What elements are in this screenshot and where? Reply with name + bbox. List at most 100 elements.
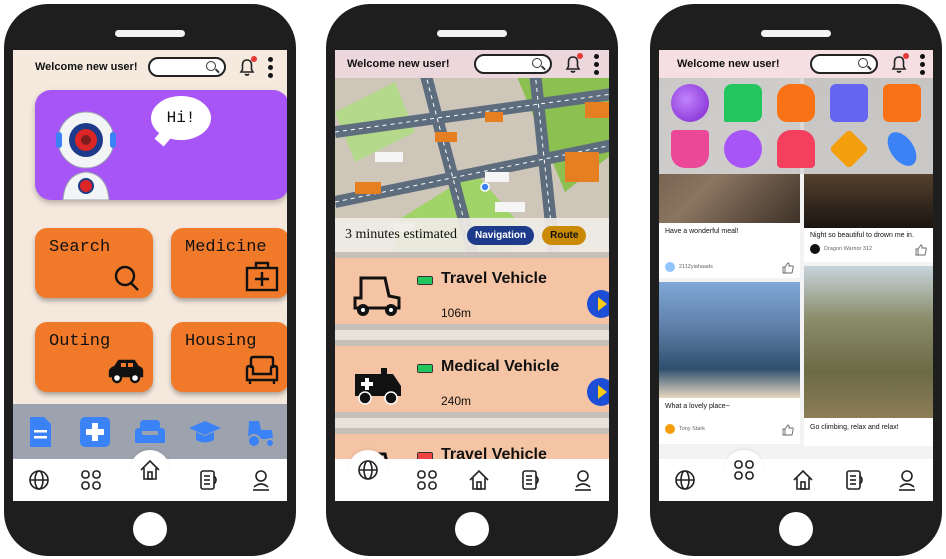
document-category-button[interactable]	[22, 414, 58, 450]
heart-check-icon[interactable]	[829, 129, 869, 169]
medicine-tile[interactable]: Medicine	[171, 228, 287, 298]
notification-button[interactable]	[238, 56, 257, 77]
notification-button[interactable]	[890, 53, 909, 74]
feed-post[interactable]: Go climbing, relax and relax!	[804, 266, 933, 446]
tile-label: Search	[49, 238, 111, 257]
search-icon	[857, 58, 868, 68]
vehicle-name: Travel Vehicle	[441, 270, 547, 287]
like-icon[interactable]	[782, 424, 794, 436]
more-menu-button[interactable]	[267, 56, 274, 78]
speaker-slot	[761, 30, 831, 37]
like-icon[interactable]	[782, 262, 794, 274]
author-name: 2112yiahaads	[679, 264, 713, 270]
nav-home[interactable]	[130, 450, 170, 490]
more-menu-button[interactable]	[593, 53, 600, 75]
phone-social-screen: Welcome new user! Have a wonderful meal!…	[650, 4, 942, 556]
post-author: 2112yiahaads	[665, 262, 713, 272]
apps-grid-icon	[81, 470, 101, 490]
notification-button[interactable]	[564, 53, 583, 74]
vehicle-screen: Welcome new user! 3 minutes estimated Na…	[335, 50, 609, 501]
store-icon[interactable]	[776, 130, 815, 168]
housing-tile[interactable]: Housing	[171, 322, 287, 392]
feed-post[interactable]: What a lovely place~ Tony Stark	[659, 282, 800, 444]
nav-apps[interactable]	[78, 467, 104, 493]
battery-indicator	[417, 364, 433, 373]
nav-globe[interactable]	[348, 450, 388, 490]
nav-documents[interactable]	[518, 467, 544, 493]
search-tile[interactable]: Search	[35, 228, 153, 298]
social-screen: Welcome new user! Have a wonderful meal!…	[659, 50, 933, 501]
search-input[interactable]	[809, 54, 878, 74]
route-button[interactable]: Route	[542, 225, 587, 245]
phone-home-button[interactable]	[133, 512, 167, 546]
vehicle-card[interactable]: Medical Vehicle 240m	[335, 340, 609, 418]
search-input[interactable]	[147, 57, 226, 77]
nav-apps[interactable]	[724, 450, 764, 490]
vehicle-distance: 106m	[441, 306, 472, 320]
eta-text: 3 minutes estimated	[345, 227, 457, 242]
nav-globe[interactable]	[672, 467, 698, 493]
car-icon	[108, 359, 144, 384]
nav-profile[interactable]	[248, 467, 274, 493]
sofa-icon	[134, 420, 165, 443]
robot-icon	[56, 111, 116, 200]
document-icon	[846, 470, 863, 490]
post-author: Dragon Warrior 312	[810, 244, 872, 254]
armchair-icon	[245, 355, 279, 384]
home-icon	[140, 459, 160, 480]
shopping-bag-icon[interactable]	[830, 84, 869, 122]
nav-home[interactable]	[790, 467, 816, 493]
post-caption: Go climbing, relax and relax!	[810, 424, 899, 431]
like-icon[interactable]	[915, 244, 927, 256]
welcome-text: Welcome new user!	[347, 58, 450, 70]
go-arrow-button[interactable]	[587, 290, 609, 318]
nav-globe[interactable]	[26, 467, 52, 493]
document-icon	[200, 470, 217, 490]
hand-icon[interactable]	[776, 84, 815, 122]
notification-dot	[250, 56, 257, 62]
app-launcher	[659, 78, 933, 174]
phone-home-button[interactable]	[779, 512, 813, 546]
education-category-button[interactable]	[187, 414, 223, 450]
farm-category-button[interactable]	[242, 414, 278, 450]
vehicle-card[interactable]: Travel Vehicle 106m	[335, 252, 609, 330]
ambulance-icon	[355, 368, 401, 405]
outing-tile[interactable]: Outing	[35, 322, 153, 392]
top-bar: Welcome new user!	[13, 50, 287, 84]
nav-documents[interactable]	[842, 467, 868, 493]
assistant-banner[interactable]: Hi!	[35, 90, 287, 200]
medical-category-button[interactable]	[77, 414, 113, 450]
profile-icon	[253, 470, 269, 491]
nav-home[interactable]	[466, 467, 492, 493]
top-bar: Welcome new user!	[335, 50, 609, 78]
search-icon	[114, 265, 139, 291]
coffee-cup-icon[interactable]	[670, 130, 709, 168]
speaker-slot	[115, 30, 185, 37]
chat-icon[interactable]	[723, 84, 762, 122]
film-reel-icon[interactable]	[723, 130, 762, 168]
notification-dot	[902, 53, 909, 59]
notification-dot	[576, 53, 583, 59]
post-caption: What a lovely place~	[665, 403, 730, 410]
more-menu-button[interactable]	[919, 53, 925, 75]
globe-icon	[675, 470, 695, 490]
sofa-category-button[interactable]	[132, 414, 168, 450]
navigation-button[interactable]: Navigation	[466, 225, 535, 245]
post-photo	[804, 266, 933, 418]
golf-cart-icon	[353, 276, 401, 316]
profile-icon	[575, 470, 591, 491]
nav-profile[interactable]	[894, 467, 920, 493]
link-icon[interactable]	[882, 126, 923, 172]
palette-icon[interactable]	[670, 84, 709, 122]
nav-profile[interactable]	[570, 467, 596, 493]
apps-grid-icon	[417, 470, 437, 490]
search-input[interactable]	[473, 54, 552, 74]
greeting-bubble: Hi!	[151, 96, 211, 140]
battery-indicator	[417, 276, 433, 285]
nav-documents[interactable]	[196, 467, 222, 493]
calendar-icon[interactable]	[883, 84, 922, 122]
tile-label: Housing	[185, 332, 257, 351]
phone-home-button[interactable]	[455, 512, 489, 546]
go-arrow-button[interactable]	[587, 378, 609, 406]
nav-apps[interactable]	[414, 467, 440, 493]
